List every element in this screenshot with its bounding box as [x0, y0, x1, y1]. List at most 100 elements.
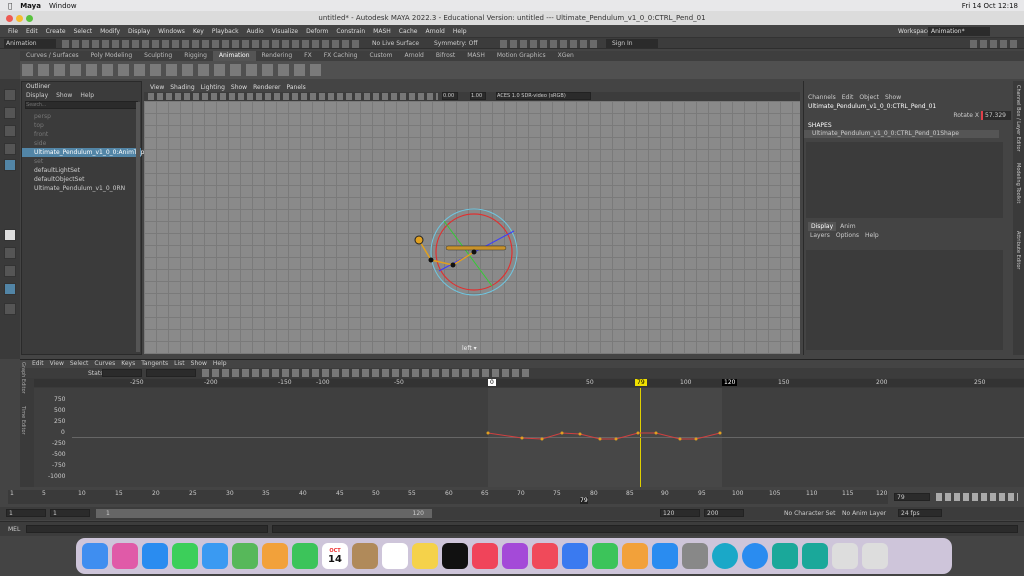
shelf-tab[interactable]: Bifrost	[430, 51, 461, 61]
render-icon-strip[interactable]	[500, 40, 600, 48]
graph-menu-tangents[interactable]: Tangents	[141, 360, 168, 368]
panel-icon-strip[interactable]	[970, 40, 1018, 48]
window-menu[interactable]: Window	[49, 2, 77, 10]
graph-side-label-time[interactable]: Time Editor	[20, 406, 26, 435]
zoom-window-icon[interactable]	[26, 15, 33, 22]
timeline-current-frame[interactable]: 79	[580, 497, 588, 504]
anim-layer-select[interactable]: No Anim Layer	[842, 510, 886, 517]
menu-item[interactable]: Windows	[158, 28, 185, 35]
outliner-menu-help[interactable]: Help	[80, 91, 94, 100]
options-menu[interactable]: Options	[836, 231, 859, 240]
viewport-menu-panels[interactable]: Panels	[286, 83, 305, 92]
word-icon[interactable]	[742, 543, 768, 569]
range-slider[interactable]: 1 120	[96, 509, 432, 518]
keynote-icon[interactable]	[562, 543, 588, 569]
outliner-item-side[interactable]: side	[22, 139, 141, 148]
viewport-menu-renderer[interactable]: Renderer	[253, 83, 280, 92]
shelf-tab-active[interactable]: Animation	[212, 51, 256, 61]
graph-field-b[interactable]	[146, 369, 196, 377]
menu-item[interactable]: Help	[453, 28, 467, 35]
layer-tab-anim[interactable]: Anim	[840, 222, 855, 231]
outliner-item-persp[interactable]: persp	[22, 112, 141, 121]
viewport-field-a[interactable]: 0.00	[442, 92, 458, 100]
paint-tool-icon[interactable]	[4, 125, 16, 137]
search-icon[interactable]	[4, 303, 16, 315]
rotate-x-label[interactable]: Rotate X	[953, 112, 979, 119]
outliner-item-objectset[interactable]: defaultObjectSet	[22, 175, 141, 184]
current-frame-field[interactable]: 79	[894, 493, 930, 501]
facetime-icon[interactable]	[292, 543, 318, 569]
graph-menu-show[interactable]: Show	[191, 360, 207, 368]
move-tool-icon[interactable]	[4, 143, 16, 155]
menu-item[interactable]: Arnold	[425, 28, 444, 35]
menu-item[interactable]: Visualize	[272, 28, 298, 35]
outliner-scrollbar[interactable]	[136, 102, 140, 352]
layout-outliner-icon[interactable]	[4, 283, 16, 295]
menu-item[interactable]: Audio	[247, 28, 264, 35]
menu-item[interactable]: MASH	[373, 28, 391, 35]
graph-menu-view[interactable]: View	[50, 360, 64, 368]
side-tab-modeling-toolkit[interactable]: Modeling Toolkit	[1015, 163, 1021, 203]
mail-doc-icon[interactable]	[832, 543, 858, 569]
viewport-field-b[interactable]: 1.00	[470, 92, 486, 100]
time-slider[interactable]: 1 5 10 15 20 25 30 35 40 45 50 55 60 65 …	[0, 488, 1024, 506]
layer-tab-display[interactable]: Display	[808, 222, 837, 231]
appstore-icon[interactable]	[652, 543, 678, 569]
apple-icon[interactable]: 	[8, 2, 12, 10]
podcasts-icon[interactable]	[502, 543, 528, 569]
mel-input[interactable]	[26, 525, 268, 533]
shelf-tab[interactable]: FX	[298, 51, 318, 61]
menu-item[interactable]: Key	[193, 28, 204, 35]
shelf-tool-icons[interactable]	[22, 64, 322, 76]
numbers-icon[interactable]	[592, 543, 618, 569]
outliner-search-input[interactable]	[25, 101, 138, 109]
fps-select[interactable]: 24 fps	[898, 509, 942, 517]
mel-label[interactable]: MEL	[8, 526, 20, 533]
clock[interactable]: Fri 14 Oct 12:18	[962, 2, 1018, 10]
object-menu[interactable]: Object	[859, 93, 879, 102]
help-menu[interactable]: Help	[865, 231, 879, 240]
launchpad-icon[interactable]	[112, 543, 138, 569]
graph-menu-edit[interactable]: Edit	[32, 360, 44, 368]
contacts-icon[interactable]	[352, 543, 378, 569]
select-tool-icon[interactable]	[4, 89, 16, 101]
channels-menu[interactable]: Channels	[808, 93, 836, 102]
menu-item[interactable]: Playback	[212, 28, 239, 35]
graph-menu-curves[interactable]: Curves	[94, 360, 115, 368]
graph-field-a[interactable]	[102, 369, 142, 377]
news-icon[interactable]	[532, 543, 558, 569]
maya-icon[interactable]	[772, 543, 798, 569]
playback-end-field[interactable]: 120	[660, 509, 700, 517]
viewport-menu-view[interactable]: View	[150, 83, 164, 92]
menu-item[interactable]: Select	[74, 28, 93, 35]
end-frame-marker[interactable]: 120	[722, 379, 738, 386]
graph-menu-select[interactable]: Select	[70, 360, 89, 368]
finder-icon[interactable]	[82, 543, 108, 569]
photos-icon[interactable]	[262, 543, 288, 569]
sign-in-button[interactable]: Sign In	[606, 39, 658, 48]
shelf-tab[interactable]: Rendering	[256, 51, 299, 61]
menu-item[interactable]: Display	[128, 28, 150, 35]
pages-icon[interactable]	[622, 543, 648, 569]
menu-item[interactable]: Deform	[306, 28, 328, 35]
layout-single-icon[interactable]	[4, 229, 16, 241]
outliner-item-pendulum[interactable]: Ultimate_Pendulum_v1_0_0:AnimT_p	[22, 148, 144, 157]
playback-start-field[interactable]: 1	[50, 509, 90, 517]
app-menu[interactable]: Maya	[20, 2, 41, 10]
shelf-tab[interactable]: Custom	[363, 51, 398, 61]
live-surface-label[interactable]: No Live Surface	[372, 40, 419, 47]
outliner-item-reference[interactable]: Ultimate_Pendulum_v1_0_0RN	[22, 184, 141, 193]
menu-item[interactable]: File	[8, 28, 18, 35]
viewport-menu-shading[interactable]: Shading	[170, 83, 194, 92]
shelf-tab[interactable]: FX Caching	[318, 51, 364, 61]
menu-item[interactable]: Constrain	[336, 28, 365, 35]
outliner-item-top[interactable]: top	[22, 121, 141, 130]
settings-icon[interactable]	[682, 543, 708, 569]
layers-menu[interactable]: Layers	[810, 231, 830, 240]
menu-item[interactable]: Cache	[399, 28, 418, 35]
maps-icon[interactable]	[232, 543, 258, 569]
current-frame-marker[interactable]: 79	[635, 379, 647, 386]
lasso-tool-icon[interactable]	[4, 107, 16, 119]
outliner-item-set[interactable]: set	[22, 157, 141, 166]
viewport-icon-strip[interactable]	[148, 93, 438, 100]
